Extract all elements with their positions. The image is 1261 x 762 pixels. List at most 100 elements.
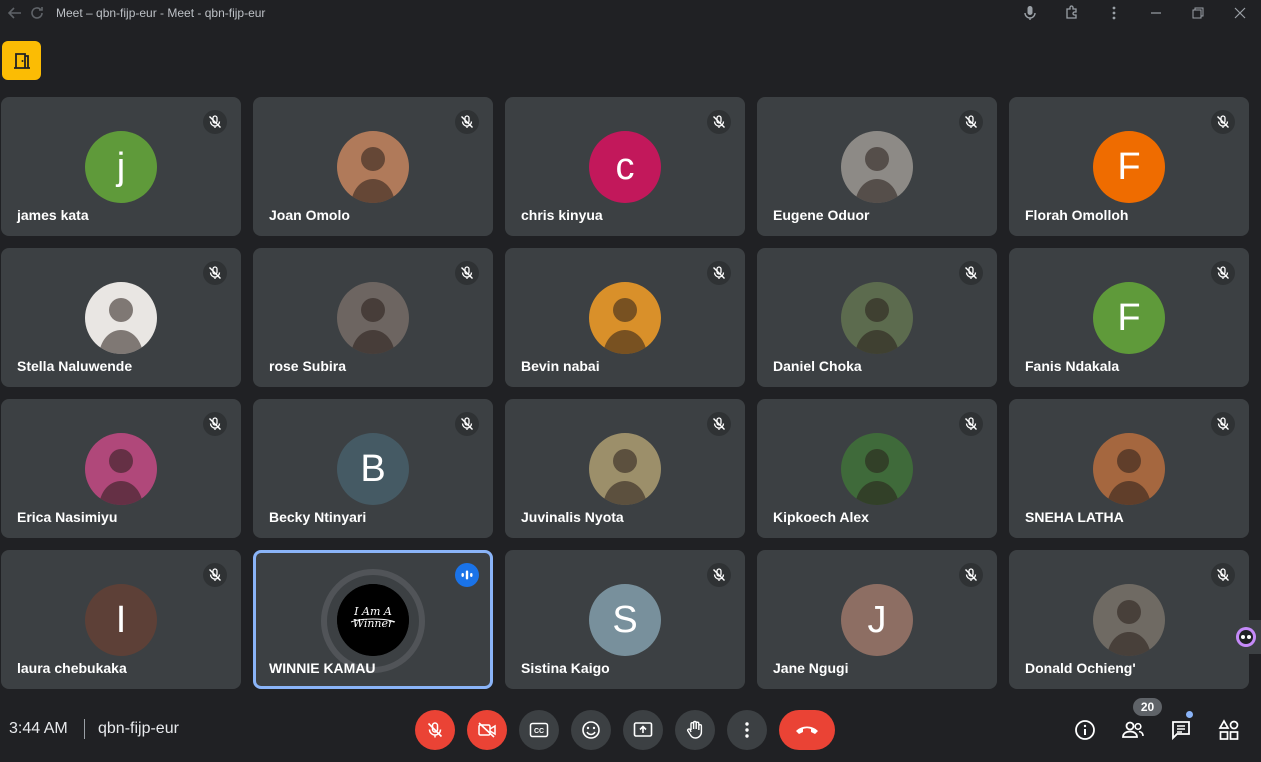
people-button[interactable]	[1117, 714, 1149, 746]
participant-photo	[85, 282, 157, 354]
present-screen-button[interactable]	[623, 710, 663, 750]
participant-name: Jane Ngugi	[773, 660, 849, 676]
participant-tile-becky-ntinyari[interactable]: B Becky Ntinyari	[253, 399, 493, 538]
mic-muted-icon	[1211, 261, 1235, 285]
participant-tile-james-kata[interactable]: j james kata	[1, 97, 241, 236]
participant-name: Sistina Kaigo	[521, 660, 610, 676]
participant-tile-kipkoech-alex[interactable]: Kipkoech Alex	[757, 399, 997, 538]
participant-tile-stella-naluwende[interactable]: Stella Naluwende	[1, 248, 241, 387]
meeting-code: qbn-fijp-eur	[98, 720, 179, 737]
separator	[84, 719, 85, 739]
mic-muted-icon	[203, 261, 227, 285]
mic-muted-icon	[1211, 563, 1235, 587]
extensions-icon[interactable]	[1051, 0, 1093, 25]
mic-muted-icon	[707, 261, 731, 285]
camera-off-button[interactable]	[467, 710, 507, 750]
participant-photo	[337, 282, 409, 354]
mic-muted-icon	[455, 412, 479, 436]
meeting-time: 3:44 AM	[9, 720, 68, 737]
participant-tile-florah-omolloh[interactable]: F Florah Omolloh	[1009, 97, 1249, 236]
mic-muted-icon	[455, 261, 479, 285]
participant-tile-eugene-oduor[interactable]: Eugene Oduor	[757, 97, 997, 236]
participant-tile-sneha-latha[interactable]: SNEHA LATHA	[1009, 399, 1249, 538]
mic-muted-icon	[707, 563, 731, 587]
captions-button[interactable]: CC	[519, 710, 559, 750]
participant-photo	[589, 433, 661, 505]
participant-photo	[589, 282, 661, 354]
mic-muted-icon	[959, 563, 983, 587]
mic-muted-icon	[959, 261, 983, 285]
participant-name: SNEHA LATHA	[1025, 509, 1124, 525]
participant-avatar: j	[85, 131, 157, 203]
raise-hand-button[interactable]	[675, 710, 715, 750]
participant-name: Eugene Oduor	[773, 207, 870, 223]
participant-tile-fanis-ndakala[interactable]: F Fanis Ndakala	[1009, 248, 1249, 387]
participant-name: Donald Ochieng'	[1025, 660, 1136, 676]
control-bar: 3:44 AM qbn-fijp-eur CC 20	[0, 698, 1261, 762]
window-title: Meet – qbn-fijp-eur - Meet - qbn-fijp-eu…	[56, 5, 266, 20]
mic-muted-icon	[1211, 412, 1235, 436]
participant-tile-rose-subira[interactable]: rose Subira	[253, 248, 493, 387]
participant-name: chris kinyua	[521, 207, 603, 223]
participant-tile-joan-omolo[interactable]: Joan Omolo	[253, 97, 493, 236]
more-options-button[interactable]	[727, 710, 767, 750]
participant-avatar: c	[589, 131, 661, 203]
participant-avatar: S	[589, 584, 661, 656]
participant-tile-winnie-kamau[interactable]: I Am A Winner WINNIE KAMAU	[253, 550, 493, 689]
svg-text:CC: CC	[534, 728, 544, 735]
participant-name: Fanis Ndakala	[1025, 358, 1120, 374]
profile-badge-text: I Am A Winner	[352, 605, 394, 630]
meeting-info-button[interactable]	[1069, 714, 1101, 746]
participant-tile-bevin-nabai[interactable]: Bevin nabai	[505, 248, 745, 387]
participant-photo	[841, 433, 913, 505]
participant-tile-daniel-choka[interactable]: Daniel Choka	[757, 248, 997, 387]
participant-name: Joan Omolo	[269, 207, 350, 223]
mic-muted-icon	[203, 563, 227, 587]
door-icon[interactable]	[2, 41, 41, 80]
close-icon[interactable]	[1219, 0, 1261, 25]
participant-name: Erica Nasimiyu	[17, 509, 118, 525]
participant-name: Becky Ntinyari	[269, 509, 367, 525]
participant-name: Bevin nabai	[521, 358, 600, 374]
participant-tile-jane-ngugi[interactable]: J Jane Ngugi	[757, 550, 997, 689]
companion-icon[interactable]	[1230, 620, 1261, 654]
chat-button[interactable]	[1165, 714, 1197, 746]
emoji-button[interactable]	[571, 710, 611, 750]
participant-avatar: J	[841, 584, 913, 656]
more-vert-icon[interactable]	[1093, 0, 1135, 25]
participant-photo	[85, 433, 157, 505]
participant-avatar: B	[337, 433, 409, 505]
participant-photo	[1093, 584, 1165, 656]
minimize-icon[interactable]	[1135, 0, 1177, 25]
mic-muted-icon	[959, 110, 983, 134]
leave-call-button[interactable]	[779, 710, 835, 750]
mic-muted-icon	[1211, 110, 1235, 134]
mic-muted-icon	[707, 412, 731, 436]
participant-tile-juvinalis-nyota[interactable]: Juvinalis Nyota	[505, 399, 745, 538]
participant-tile-laura-chebukaka[interactable]: Ilaura chebukaka	[1, 550, 241, 689]
participant-name: james kata	[17, 207, 89, 223]
participant-name: rose Subira	[269, 358, 347, 374]
window-titlebar: Meet – qbn-fijp-eur - Meet - qbn-fijp-eu…	[0, 0, 1261, 25]
participant-name: Daniel Choka	[773, 358, 862, 374]
participant-photo	[1093, 433, 1165, 505]
participant-tile-erica-nasimiyu[interactable]: Erica Nasimiyu	[1, 399, 241, 538]
participant-tile-sistina-kaigo[interactable]: S Sistina Kaigo	[505, 550, 745, 689]
participant-tile-donald-ochieng[interactable]: Donald Ochieng'	[1009, 550, 1249, 689]
restore-icon[interactable]	[1177, 0, 1219, 25]
mic-muted-icon	[203, 110, 227, 134]
participant-avatar: I	[85, 584, 157, 656]
participant-name: laura chebukaka	[17, 660, 127, 676]
participant-tile-chris-kinyua[interactable]: c chris kinyua	[505, 97, 745, 236]
participant-photo: I Am A Winner	[337, 584, 409, 656]
mic-off-button[interactable]	[415, 710, 455, 750]
reload-icon[interactable]	[26, 2, 48, 24]
back-arrow-icon[interactable]	[4, 2, 26, 24]
participant-name: Juvinalis Nyota	[521, 509, 624, 525]
speaking-indicator-icon	[455, 563, 479, 587]
microphone-icon[interactable]	[1009, 0, 1051, 25]
activities-button[interactable]	[1213, 714, 1245, 746]
participant-photo	[841, 282, 913, 354]
participant-name: Kipkoech Alex	[773, 509, 869, 525]
mic-muted-icon	[959, 412, 983, 436]
